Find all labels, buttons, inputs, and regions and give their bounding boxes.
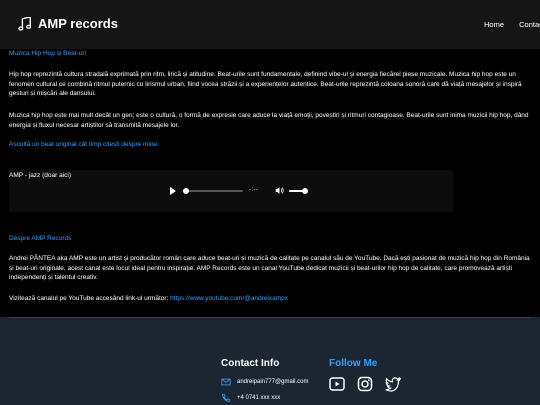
logo-text: AMP records <box>38 16 118 31</box>
contact-phone[interactable]: +4 0741 xxx xxx <box>221 393 280 403</box>
footer-divider <box>9 317 531 318</box>
email-text: andreipain777@gmail.com <box>237 379 309 385</box>
audio-player[interactable]: -:-- <box>167 184 313 198</box>
paragraph-hiphop-1: Hip hop reprezintă cultura stradală expr… <box>9 71 522 97</box>
paragraph-hiphop-2: Muzica hip hop este mai mult decât un ge… <box>9 112 529 129</box>
instagram-link-icon[interactable] <box>357 376 373 392</box>
phone-icon <box>222 393 231 402</box>
seek-knob[interactable] <box>183 188 189 194</box>
time-display: -:-- <box>249 187 259 193</box>
social-links <box>329 376 413 392</box>
phone-text: +4 0741 xxx xxx <box>237 395 281 401</box>
music-note-icon <box>18 16 32 31</box>
listen-prompt: Ascultă un beat original cât timp citeșt… <box>9 141 159 148</box>
twitter-icon <box>385 376 402 392</box>
nav-contact[interactable]: Contact <box>519 20 540 29</box>
footer: Contact Info Follow Me andreipain777@gma… <box>0 317 540 405</box>
volume-icon[interactable] <box>275 186 284 195</box>
youtube-link-icon[interactable] <box>329 376 345 392</box>
volume-knob[interactable] <box>302 188 308 194</box>
instagram-icon <box>357 376 373 392</box>
contact-email[interactable]: andreipain777@gmail.com <box>221 377 308 387</box>
envelope-icon <box>221 378 231 386</box>
youtube-link[interactable]: https://www.youtube.com/@andreixampx <box>170 295 288 302</box>
volume-slider[interactable] <box>289 188 308 194</box>
audio-label: AMP - jazz (doar aici) <box>9 172 72 179</box>
contact-heading: Contact Info <box>221 358 280 369</box>
twitter-link-icon[interactable] <box>385 376 402 392</box>
header: AMP records Home Contact <box>0 0 540 49</box>
youtube-icon <box>329 377 345 391</box>
paragraph-about: Andrei PÂNTEA aka AMP este un artist și … <box>9 255 530 281</box>
seek-bar[interactable] <box>183 188 243 194</box>
nav-home[interactable]: Home <box>484 20 504 29</box>
visit-text: Vizitează canalul pe YouTube accesând li… <box>9 295 171 302</box>
follow-heading: Follow Me <box>329 358 378 369</box>
visit-paragraph: Vizitează canalul pe YouTube accesând li… <box>9 294 531 304</box>
section-title-about: Despre AMP Records <box>9 235 72 242</box>
play-icon[interactable] <box>170 187 176 195</box>
section-title-hiphop: Muzica Hip Hop și Beat-uri <box>9 50 86 57</box>
logo[interactable]: AMP records <box>18 16 118 31</box>
audio-section: AMP - jazz (doar aici) -:-- <box>9 170 453 212</box>
nav: Home Contact <box>484 20 540 29</box>
